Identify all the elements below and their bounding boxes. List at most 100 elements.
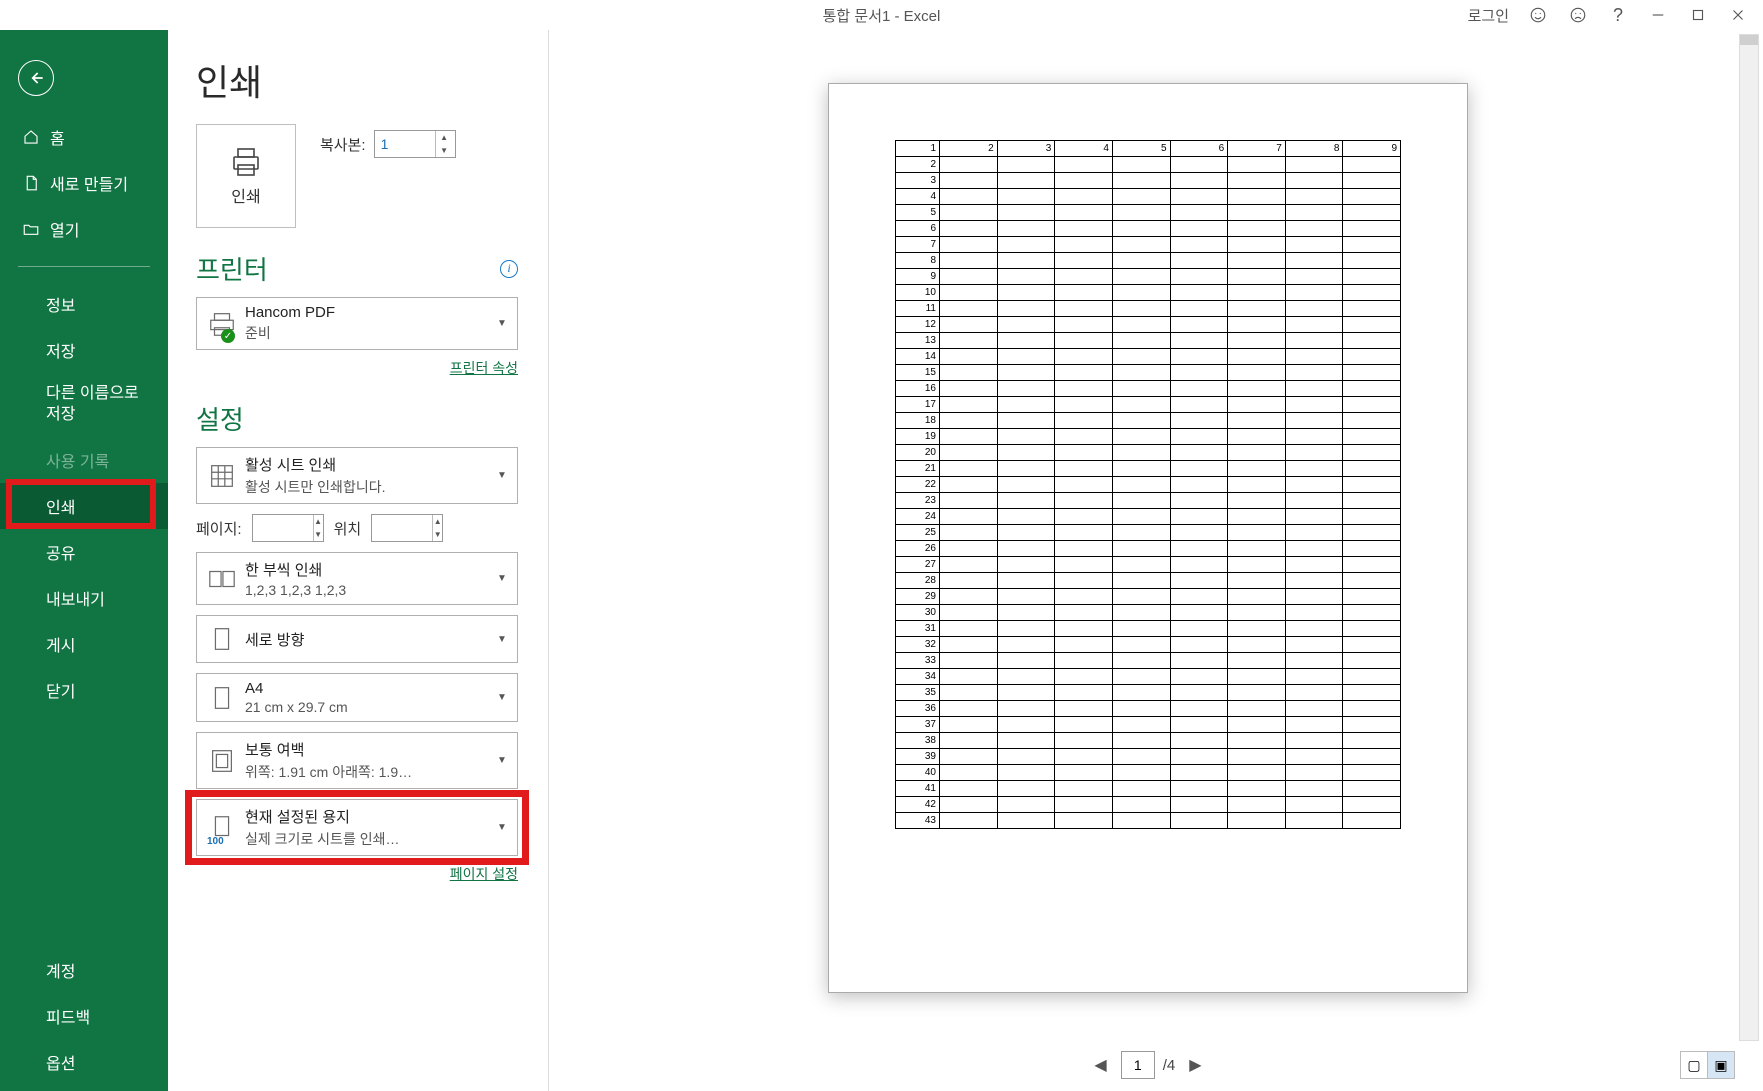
pages-label: 페이지: (196, 518, 242, 539)
copies-input[interactable] (375, 132, 435, 156)
sidebar-item-save[interactable]: 저장 (0, 327, 168, 373)
titlebar-right: 로그인 ? (1468, 0, 1763, 30)
page-to-stepper[interactable]: ▲▼ (371, 514, 443, 542)
maximize-icon[interactable] (1687, 4, 1709, 26)
sidebar-item-options[interactable]: 옵션 (0, 1039, 168, 1085)
prev-page-button[interactable]: ◀ (1088, 1051, 1112, 1079)
paper-size-dropdown[interactable]: A4 21 cm x 29.7 cm ▼ (196, 673, 518, 722)
sidebar-item-label: 내보내기 (46, 586, 105, 610)
status-ready-icon (221, 329, 235, 343)
backstage-sidebar: 홈 새로 만들기 열기 정보 저장 다른 이름으로 저장 사용 기록 (0, 30, 168, 1091)
sidebar-item-label: 저장 (46, 338, 75, 362)
sidebar-item-publish[interactable]: 게시 (0, 621, 168, 667)
folder-open-icon (22, 220, 40, 238)
margins-dropdown[interactable]: 보통 여백 위쪽: 1.91 cm 아래쪽: 1.9… ▼ (196, 732, 518, 789)
sidebar-item-label: 계정 (46, 958, 75, 982)
next-page-button[interactable]: ▶ (1183, 1051, 1207, 1079)
sidebar-item-label: 새로 만들기 (50, 171, 128, 195)
sidebar-item-home[interactable]: 홈 (0, 114, 168, 160)
sidebar-item-label: 공유 (46, 540, 75, 564)
sidebar-item-label: 사용 기록 (46, 448, 109, 472)
sidebar-item-share[interactable]: 공유 (0, 529, 168, 575)
copies-stepper[interactable]: ▲▼ (374, 130, 456, 158)
sidebar-item-label: 열기 (50, 217, 79, 241)
copies-label: 복사본: (320, 134, 366, 155)
chevron-down-icon: ▼ (495, 634, 509, 645)
page-from-stepper[interactable]: ▲▼ (252, 514, 324, 542)
help-icon[interactable]: ? (1607, 4, 1629, 26)
back-button[interactable] (18, 60, 54, 96)
printer-properties-link[interactable]: 프린터 속성 (196, 358, 518, 378)
preview-grid: 1234567892345678910111213141516171819202… (895, 140, 1401, 829)
sidebar-item-new[interactable]: 새로 만들기 (0, 160, 168, 206)
collate-dropdown[interactable]: 한 부씩 인쇄 1,2,3 1,2,3 1,2,3 ▼ (196, 552, 518, 605)
home-icon (22, 128, 40, 146)
sign-in-link[interactable]: 로그인 (1468, 5, 1509, 26)
scaling-icon: 100 (205, 811, 239, 845)
sidebar-item-open[interactable]: 열기 (0, 206, 168, 252)
printer-icon (228, 145, 264, 177)
printer-section-header: 프린터 i (196, 250, 518, 287)
sidebar-item-label: 피드백 (46, 1004, 90, 1028)
spinner-arrows[interactable]: ▲▼ (432, 515, 442, 541)
chevron-down-icon: ▼ (495, 822, 509, 833)
sidebar-item-history: 사용 기록 (0, 437, 168, 483)
sidebar-item-export[interactable]: 내보내기 (0, 575, 168, 621)
chevron-down-icon: ▼ (495, 573, 509, 584)
document-title: 통합 문서1 - Excel (823, 5, 941, 26)
sidebar-item-feedback[interactable]: 피드백 (0, 993, 168, 1039)
print-button-label: 인쇄 (231, 183, 260, 207)
sidebar-item-label: 홈 (50, 125, 65, 149)
orientation-dropdown[interactable]: 세로 방향 ▼ (196, 615, 518, 663)
print-what-dropdown[interactable]: 활성 시트 인쇄 활성 시트만 인쇄합니다. ▼ (196, 447, 518, 504)
page-title: 인쇄 (196, 54, 518, 106)
sheet-icon (205, 459, 239, 493)
info-icon[interactable]: i (500, 260, 518, 278)
print-preview-pane: 1234567892345678910111213141516171819202… (548, 30, 1763, 1091)
page-to-input[interactable] (372, 516, 432, 540)
pages-to-label: 위치 (334, 518, 362, 539)
minimize-icon[interactable] (1647, 4, 1669, 26)
sidebar-divider (18, 266, 150, 267)
spinner-arrows[interactable]: ▲▼ (435, 131, 453, 157)
preview-page: 1234567892345678910111213141516171819202… (828, 83, 1468, 993)
preview-canvas: 1234567892345678910111213141516171819202… (561, 34, 1735, 1041)
page-setup-link[interactable]: 페이지 설정 (196, 864, 518, 884)
sidebar-item-label: 옵션 (46, 1050, 75, 1074)
sidebar-item-close[interactable]: 닫기 (0, 667, 168, 713)
page-icon (205, 681, 239, 715)
highlight-box (6, 479, 156, 529)
preview-footer: ◀ /4 ▶ ▢ ▣ (561, 1045, 1735, 1085)
portrait-icon (205, 622, 239, 656)
total-pages: /4 (1163, 1057, 1176, 1074)
show-margins-button[interactable]: ▢ (1680, 1051, 1708, 1079)
face-smile-icon[interactable] (1527, 4, 1549, 26)
sidebar-item-label: 닫기 (46, 678, 75, 702)
sidebar-item-saveas[interactable]: 다른 이름으로 저장 (0, 373, 168, 437)
sidebar-item-label: 정보 (46, 292, 75, 316)
page-from-input[interactable] (253, 516, 313, 540)
spinner-arrows[interactable]: ▲▼ (313, 515, 323, 541)
collate-icon (205, 562, 239, 596)
settings-section-header: 설정 (196, 400, 518, 437)
face-frown-icon[interactable] (1567, 4, 1589, 26)
close-icon[interactable] (1727, 4, 1749, 26)
printer-name: Hancom PDF (245, 304, 495, 321)
margins-icon (205, 744, 239, 778)
vertical-scrollbar[interactable] (1739, 34, 1759, 1041)
sidebar-item-info[interactable]: 정보 (0, 281, 168, 327)
chevron-down-icon: ▼ (495, 318, 509, 329)
chevron-down-icon: ▼ (495, 692, 509, 703)
chevron-down-icon: ▼ (495, 470, 509, 481)
document-icon (22, 174, 40, 192)
scaling-dropdown[interactable]: 100 현재 설정된 용지 실제 크기로 시트를 인쇄… ▼ (196, 799, 518, 856)
print-button[interactable]: 인쇄 (196, 124, 296, 228)
sidebar-item-print[interactable]: 인쇄 (0, 483, 168, 529)
sidebar-item-label: 다른 이름으로 저장 (46, 384, 148, 426)
sidebar-item-account[interactable]: 계정 (0, 947, 168, 993)
sidebar-item-label: 게시 (46, 632, 75, 656)
printer-dropdown[interactable]: Hancom PDF 준비 ▼ (196, 297, 518, 350)
zoom-to-page-button[interactable]: ▣ (1707, 1051, 1735, 1079)
current-page-input[interactable] (1121, 1051, 1155, 1079)
titlebar: 통합 문서1 - Excel 로그인 ? (0, 0, 1763, 30)
